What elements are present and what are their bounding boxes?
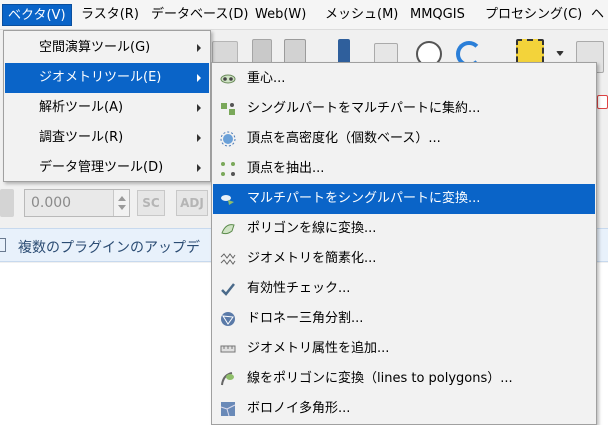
select-dropdown-icon[interactable] <box>556 51 564 56</box>
menu-item-label: 解析ツール(A) <box>39 100 124 115</box>
menu-item-lines-to-polygons[interactable]: 線をポリゴンに変換（lines to polygons）... <box>213 364 595 394</box>
menu-item-label: ボロノイ多角形... <box>247 401 351 416</box>
delaunay-icon <box>221 312 235 326</box>
voronoi-icon <box>220 402 236 417</box>
collect-icon <box>221 103 235 115</box>
spin-up-icon[interactable] <box>118 196 126 201</box>
menu-item-label: 空間演算ツール(G) <box>39 40 151 55</box>
menu-item-label: ジオメトリを簡素化... <box>247 251 377 266</box>
menu-item-multipart-to-singleparts[interactable]: マルチパートをシングルパートに変換... <box>213 184 595 214</box>
notification-icon <box>0 238 6 252</box>
vector-menu: 空間演算ツール(G) ジオメトリツール(E) 解析ツール(A) 調査ツール(R)… <box>3 30 211 182</box>
chevron-right-icon <box>197 74 201 82</box>
simplify-icon <box>220 253 236 265</box>
menu-item-label: 頂点を高密度化（個数ベース）... <box>247 131 441 146</box>
polygon-to-line-icon <box>221 224 235 235</box>
menu-item-extract-vertices[interactable]: 頂点を抽出... <box>213 154 595 184</box>
menu-item-label: 頂点を抽出... <box>247 161 325 176</box>
menu-help[interactable]: ヘ <box>586 4 608 26</box>
multipart-to-single-icon <box>221 195 234 205</box>
menu-item-analysis-tools[interactable]: 解析ツール(A) <box>5 93 209 123</box>
menu-item-label: 線をポリゴンに変換（lines to polygons）... <box>247 371 513 386</box>
sc-button[interactable]: SC <box>137 190 165 216</box>
tolerance-value: 0.000 <box>31 195 72 211</box>
menu-item-delaunay[interactable]: ドロネー三角分割... <box>213 304 595 334</box>
spin-down-icon[interactable] <box>118 205 126 210</box>
geometry-tools-submenu: 重心... シングルパートをマルチパートに集約... 頂点を高密度化（個数ベース… <box>211 62 597 425</box>
menu-bar: ベクタ(V) ラスタ(R) データベース(D) Web(W) メッシュ(M) M… <box>0 0 608 30</box>
menu-item-add-geometry-attributes[interactable]: ジオメトリ属性を追加... <box>213 334 595 364</box>
label-icon[interactable] <box>597 95 608 109</box>
menu-item-label: ポリゴンを線に変換... <box>247 221 377 236</box>
menu-raster[interactable]: ラスタ(R) <box>76 4 144 26</box>
chevron-right-icon <box>197 134 201 142</box>
menu-database[interactable]: データベース(D) <box>146 4 254 26</box>
menu-item-label: 重心... <box>247 71 286 86</box>
toolbar-chip-edge <box>0 189 14 217</box>
chevron-right-icon <box>197 164 201 172</box>
menu-processing[interactable]: プロセシング(C) <box>480 4 587 26</box>
menu-item-label: データ管理ツール(D) <box>39 160 164 175</box>
add-geometry-attributes-icon <box>220 345 236 353</box>
line-to-polygon-icon <box>221 372 234 386</box>
adj-button[interactable]: ADJ <box>176 190 208 216</box>
menu-item-simplify[interactable]: ジオメトリを簡素化... <box>213 244 595 274</box>
chevron-right-icon <box>197 44 201 52</box>
menu-item-centroids[interactable]: 重心... <box>213 64 595 94</box>
menu-web[interactable]: Web(W) <box>250 4 311 26</box>
menu-item-label: ドロネー三角分割... <box>247 311 364 326</box>
notification-text: 複数のプラグインのアップデ <box>18 240 200 256</box>
centroid-icon <box>220 74 236 84</box>
menu-item-label: ジオメトリ属性を追加... <box>247 341 390 356</box>
chevron-right-icon <box>197 104 201 112</box>
menu-item-voronoi[interactable]: ボロノイ多角形... <box>213 394 595 424</box>
menu-item-geoprocessing[interactable]: 空間演算ツール(G) <box>5 33 209 63</box>
menu-item-check-validity[interactable]: 有効性チェック... <box>213 274 595 304</box>
extract-vertices-icon <box>221 162 235 176</box>
menu-item-label: 有効性チェック... <box>247 281 351 296</box>
menu-item-research-tools[interactable]: 調査ツール(R) <box>5 123 209 153</box>
menu-item-geometry-tools[interactable]: ジオメトリツール(E) <box>5 63 209 93</box>
menu-item-label: シングルパートをマルチパートに集約... <box>247 101 481 116</box>
densify-icon <box>220 131 236 147</box>
menu-item-collect-geometries[interactable]: シングルパートをマルチパートに集約... <box>213 94 595 124</box>
menu-mmqgis[interactable]: MMQGIS <box>405 4 470 26</box>
check-validity-icon <box>221 283 235 296</box>
menu-item-densify[interactable]: 頂点を高密度化（個数ベース）... <box>213 124 595 154</box>
menu-vector[interactable]: ベクタ(V) <box>2 4 72 26</box>
menu-item-label: マルチパートをシングルパートに変換... <box>247 191 481 206</box>
menu-item-data-management[interactable]: データ管理ツール(D) <box>5 153 209 183</box>
menu-item-label: 調査ツール(R) <box>39 130 124 145</box>
menu-item-polygons-to-lines[interactable]: ポリゴンを線に変換... <box>213 214 595 244</box>
menu-item-label: ジオメトリツール(E) <box>39 70 162 85</box>
spin-arrows[interactable] <box>113 190 129 216</box>
tolerance-spinbox[interactable]: 0.000 <box>24 189 130 217</box>
menu-mesh[interactable]: メッシュ(M) <box>320 4 403 26</box>
